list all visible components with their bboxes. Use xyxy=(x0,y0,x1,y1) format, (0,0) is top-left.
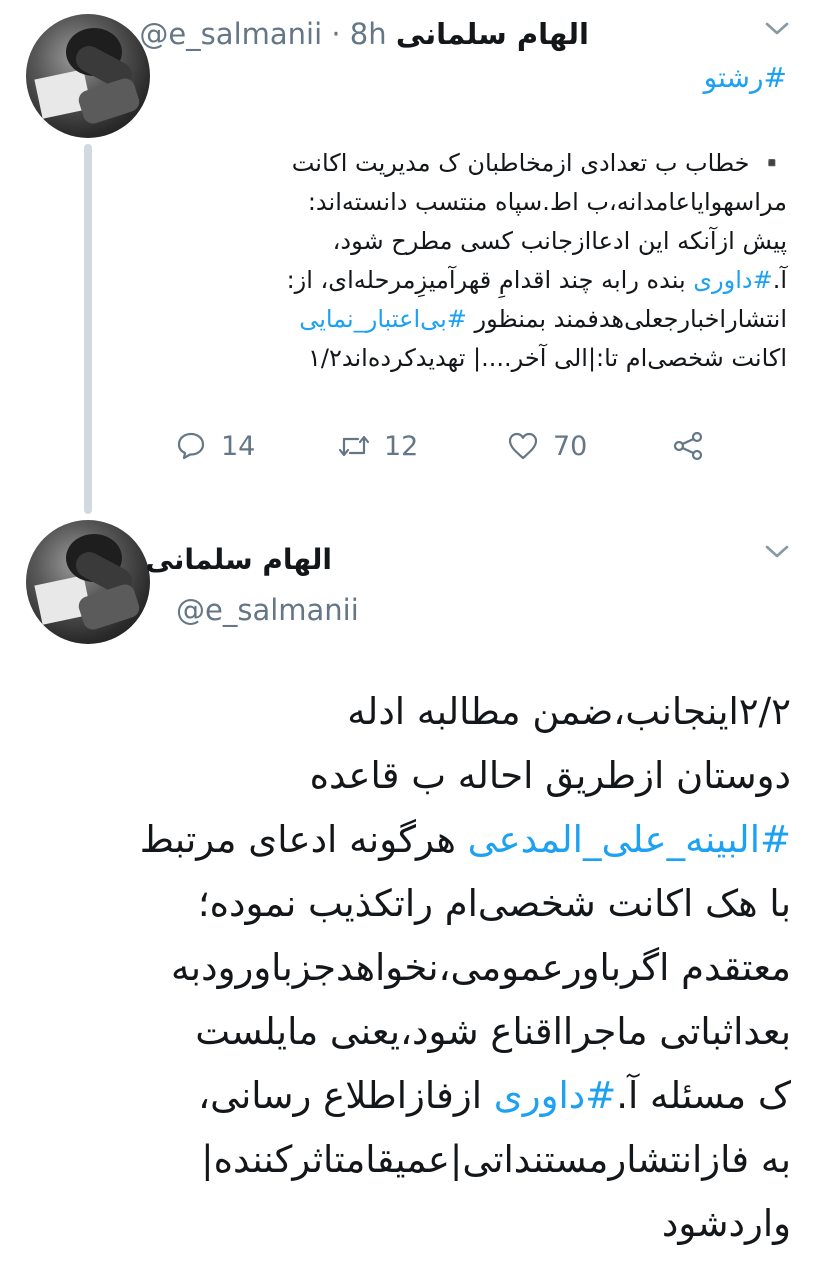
hashtag-link[interactable]: #البینه_علی_المدعی xyxy=(468,818,791,861)
tweet-text: ۲/۲اینجانب،ضمن مطالبه ادله دوستان ازطریق… xyxy=(11,680,791,1256)
tweet-line: معتقدم اگرباورعمومی،نخواهدجزباورودبه xyxy=(170,946,791,989)
share-button[interactable] xyxy=(672,430,718,462)
separator-dot: · xyxy=(331,17,341,51)
like-count: 70 xyxy=(553,430,588,462)
line-text: انتشاراخبارجعلی‌هدفمند بمنظور xyxy=(466,305,787,333)
like-button[interactable]: 70 xyxy=(507,430,587,462)
tweet-time[interactable]: 8h xyxy=(350,17,387,51)
tweet-header: الهام سلمانی @e_salmanii · 8h xyxy=(139,14,589,54)
tweet-line: ▪️ خطاب ب تعدادی ازمخاطبان ک مدیریت اکان… xyxy=(291,149,787,177)
tweet-line: آ.#داوری بنده رابه چند اقدامِ قهرآمیزِمر… xyxy=(187,261,787,300)
retweet-button[interactable]: 12 xyxy=(338,430,418,462)
tweet-line: پیش ازآنکه این ادعاازجانب کسی مطرح شود، xyxy=(332,227,787,255)
tweet-line: انتشاراخبارجعلی‌هدفمند بمنظور #بی‌اعتبار… xyxy=(187,300,787,339)
author-handle[interactable]: @e_salmanii xyxy=(176,590,359,630)
heart-icon xyxy=(508,432,538,460)
hashtag-link[interactable]: #داوری xyxy=(693,266,772,294)
tweet-line: واردشود xyxy=(661,1202,791,1245)
retweet-icon xyxy=(338,435,370,457)
line-text: هرگونه ادعای مرتبط xyxy=(139,818,468,861)
reply-count: 14 xyxy=(221,430,256,462)
tweet-line: ۲/۲اینجانب،ضمن مطالبه ادله xyxy=(347,690,791,733)
tweet-line: مراسهوایاعامدانه،ب اط.سپاه منتسب دانسته‌… xyxy=(307,188,787,216)
chevron-down-icon[interactable] xyxy=(764,20,790,42)
line-text: آ. xyxy=(772,266,787,294)
avatar[interactable] xyxy=(26,14,150,138)
tweet-line: به فازانتشارمستنداتی|عمیقامتاثرکننده| xyxy=(201,1138,791,1181)
tweet-line: ک مسئله آ.#داوری ازفازاطلاع رسانی، xyxy=(11,1064,791,1128)
author-handle[interactable]: @e_salmanii xyxy=(139,17,322,51)
avatar[interactable] xyxy=(26,520,150,644)
share-icon xyxy=(673,431,703,461)
tweet-line: دوستان ازطریق احاله ب قاعده xyxy=(309,754,791,797)
author-name[interactable]: الهام سلمانی xyxy=(146,540,332,580)
hashtag-link[interactable]: #داوری xyxy=(494,1074,616,1117)
hashtag-link[interactable]: #بی‌اعتبار_نمایی xyxy=(299,305,467,333)
line-text: بنده رابه چند اقدامِ قهرآمیزِمرحله‌ای، ا… xyxy=(286,266,694,294)
author-name[interactable]: الهام سلمانی xyxy=(396,17,589,51)
line-text: ازفازاطلاع رسانی، xyxy=(198,1074,494,1117)
tweet-line: #البینه_علی_المدعی هرگونه ادعای مرتبط xyxy=(11,808,791,872)
thread-hashtag[interactable]: #رشتو xyxy=(704,58,787,98)
tweet-line: بعداثباتی ماجرااقناع شود،یعنی مایلست xyxy=(195,1010,791,1053)
tweet-text: ▪️ خطاب ب تعدادی ازمخاطبان ک مدیریت اکان… xyxy=(187,144,787,378)
chevron-down-icon[interactable] xyxy=(764,543,790,565)
line-text: ک مسئله آ. xyxy=(616,1074,791,1117)
tweet-actions: 14 12 70 xyxy=(0,430,815,470)
tweet-line: با هک اکانت شخصی‌ام راتکذیب نموده؛ xyxy=(197,882,791,925)
reply-button[interactable]: 14 xyxy=(175,430,255,462)
reply-icon xyxy=(177,432,205,460)
retweet-count: 12 xyxy=(384,430,419,462)
tweet-line: اکانت شخصی‌ام تا:|الی آخر....| تهدیدکرده… xyxy=(308,344,787,372)
